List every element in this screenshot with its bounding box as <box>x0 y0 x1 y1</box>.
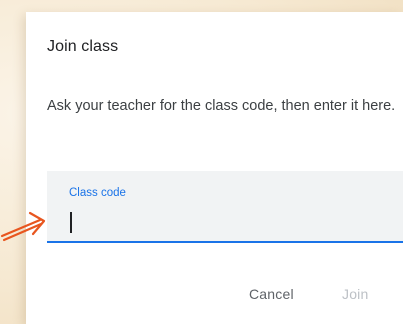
class-code-field[interactable]: Class code <box>47 171 403 243</box>
arrow-right-icon <box>0 211 46 242</box>
text-cursor <box>70 212 72 233</box>
join-class-dialog: Join class Ask your teacher for the clas… <box>26 12 403 324</box>
class-code-label: Class code <box>69 187 126 199</box>
dialog-description: Ask your teacher for the class code, the… <box>47 98 396 114</box>
dialog-title: Join class <box>47 38 119 55</box>
cancel-button[interactable]: Cancel <box>249 286 294 302</box>
dialog-actions: Cancel Join <box>26 286 403 310</box>
join-button[interactable]: Join <box>342 286 368 302</box>
